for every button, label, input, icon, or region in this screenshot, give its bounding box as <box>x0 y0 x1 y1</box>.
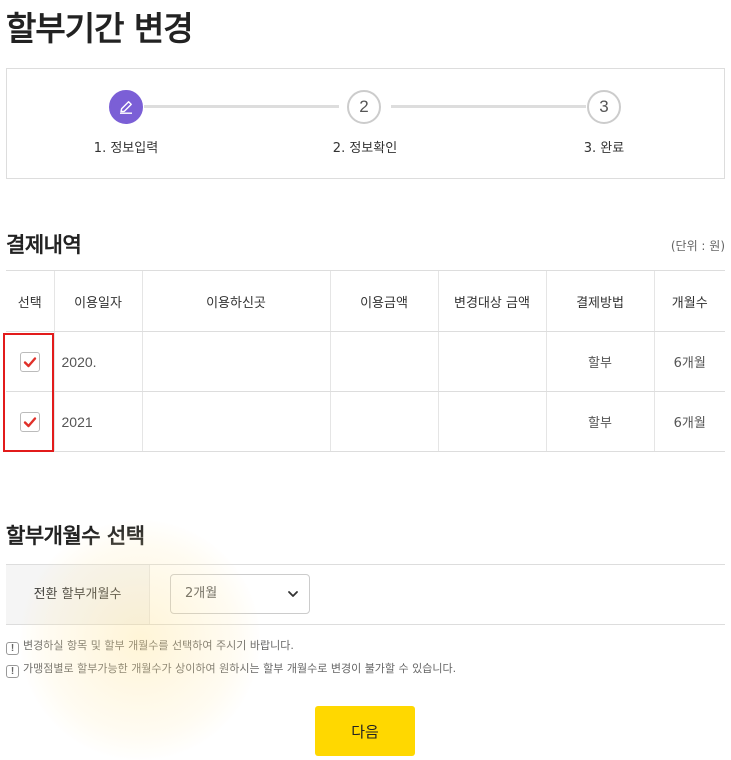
page-title: 할부기간 변경 <box>6 9 194 48</box>
col-header-select: 선택 <box>6 270 54 332</box>
date-cell: 2021 <box>53 391 142 452</box>
date-cell: 2020. <box>53 331 142 392</box>
chevron-down-icon <box>288 591 298 597</box>
installment-label: 전환 할부개월수 <box>6 565 150 624</box>
payment-table: 선택 이용일자 이용하신곳 이용금액 변경대상 금액 결제방법 개월수 2020… <box>6 270 725 452</box>
step-connector <box>391 105 586 108</box>
col-header-date: 이용일자 <box>53 270 142 332</box>
selected-value: 2개월 <box>185 586 218 601</box>
progress-stepper: 2 3 1. 정보입력 2. 정보확인 3. 완료 <box>6 68 725 179</box>
months-cell: 6개월 <box>653 331 725 392</box>
checkmark-icon <box>23 356 36 367</box>
exclamation-icon: ! <box>6 642 19 655</box>
notice-text: 변경하실 항목 및 할부 개월수를 선택하여 주시기 바랍니다. <box>23 639 294 652</box>
method-cell: 할부 <box>545 331 654 392</box>
step-1-label: 1. 정보입력 <box>93 141 159 156</box>
pencil-icon <box>120 101 132 114</box>
select-cell <box>6 391 54 452</box>
method-cell: 할부 <box>545 391 654 452</box>
installment-section-title: 할부개월수 선택 <box>6 524 145 548</box>
step-2-label: 2. 정보확인 <box>332 141 398 156</box>
unit-note: (단위 : 원) <box>670 239 725 253</box>
exclamation-icon: ! <box>6 665 19 678</box>
step-3-label: 3. 완료 <box>583 141 625 156</box>
notice-item: ! 가맹점별로 할부가능한 개월수가 상이하여 원하시는 할부 개월수로 변경이 … <box>6 660 456 678</box>
merchant-cell <box>141 391 330 452</box>
installment-row: 전환 할부개월수 2개월 <box>6 564 725 625</box>
step-connector <box>144 105 339 108</box>
target-amount-cell <box>437 331 546 392</box>
col-header-merchant: 이용하신곳 <box>141 270 330 332</box>
col-header-target-amount: 변경대상 금액 <box>437 270 546 332</box>
table-header-row: 선택 이용일자 이용하신곳 이용금액 변경대상 금액 결제방법 개월수 <box>6 270 725 332</box>
next-button[interactable]: 다음 <box>315 706 415 756</box>
installment-months-select[interactable]: 2개월 <box>170 574 310 614</box>
amount-cell <box>329 331 438 392</box>
step-3-indicator: 3 <box>587 90 621 124</box>
months-cell: 6개월 <box>653 391 725 452</box>
checkmark-icon <box>23 416 36 427</box>
notice-text: 가맹점별로 할부가능한 개월수가 상이하여 원하시는 할부 개월수로 변경이 불… <box>23 662 457 675</box>
table-row: 2020. 할부 6개월 <box>6 331 725 392</box>
payment-section-title: 결제내역 <box>6 233 82 257</box>
merchant-cell <box>141 331 330 392</box>
row-checkbox[interactable] <box>19 411 40 432</box>
step-2-indicator: 2 <box>347 90 381 124</box>
table-row: 2021 할부 6개월 <box>6 391 725 452</box>
target-amount-cell <box>437 391 546 452</box>
amount-cell <box>329 391 438 452</box>
notice-item: ! 변경하실 항목 및 할부 개월수를 선택하여 주시기 바랍니다. <box>6 637 294 655</box>
col-header-months: 개월수 <box>653 270 725 332</box>
col-header-method: 결제방법 <box>545 270 654 332</box>
col-header-amount: 이용금액 <box>329 270 438 332</box>
row-checkbox[interactable] <box>19 351 40 372</box>
select-cell <box>6 331 54 392</box>
step-1-indicator <box>109 90 143 124</box>
